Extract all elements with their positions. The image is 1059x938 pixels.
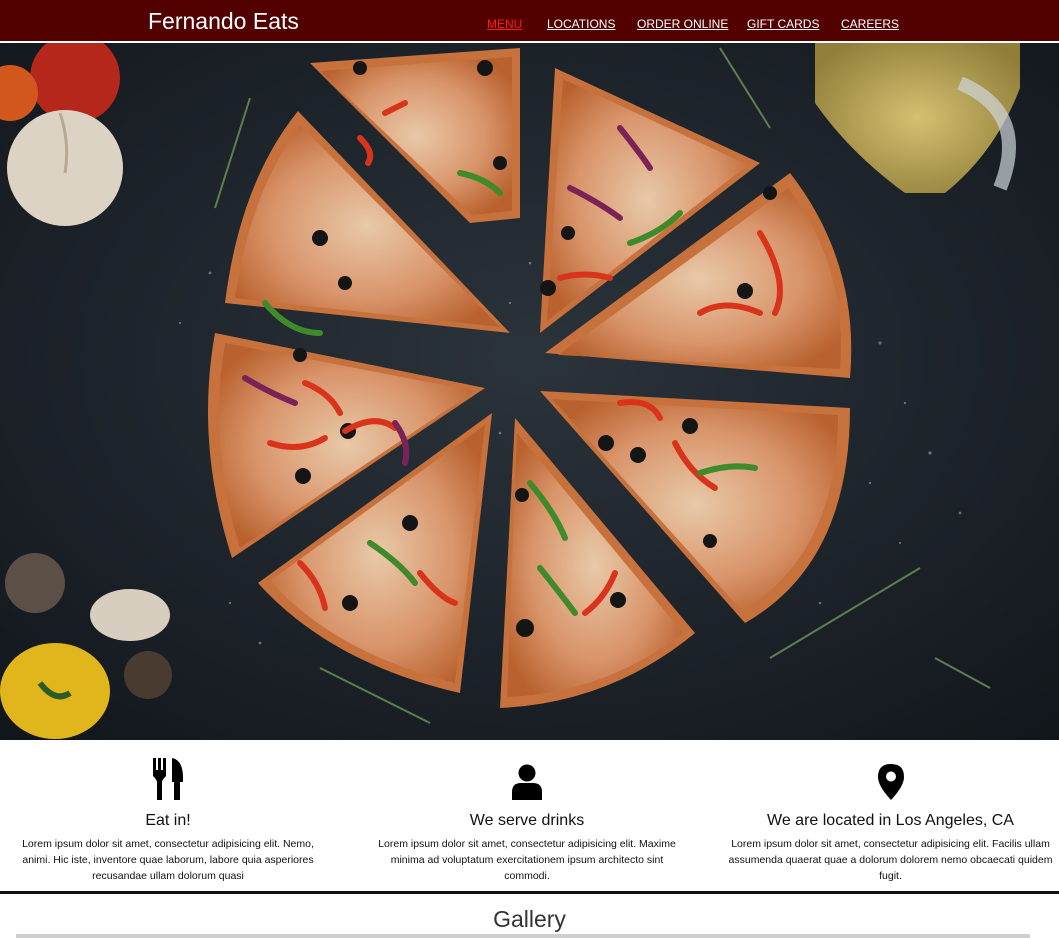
user-icon	[512, 764, 542, 800]
features-section: Eat in! Lorem ipsum dolor sit amet, cons…	[0, 740, 1059, 892]
nav-gift-cards[interactable]: GIFT CARDS	[747, 17, 819, 31]
feature-title: We serve drinks	[469, 812, 585, 829]
hero-image	[0, 43, 1059, 740]
feature-location: We are located in Los Angeles, CA Lorem …	[722, 740, 1059, 884]
map-marker-icon	[877, 764, 904, 800]
nav-locations[interactable]: LOCATIONS	[547, 17, 615, 31]
feature-eat-in: Eat in! Lorem ipsum dolor sit amet, cons…	[3, 740, 333, 884]
site-header: Fernando Eats MENU LOCATIONS ORDER ONLIN…	[0, 0, 1059, 43]
pizza-photo	[0, 43, 1059, 740]
feature-drinks: We serve drinks Lorem ipsum dolor sit am…	[362, 740, 692, 884]
nav-order-online[interactable]: ORDER ONLINE	[637, 17, 728, 31]
main-nav: MENU LOCATIONS ORDER ONLINE GIFT CARDS C…	[0, 17, 1059, 33]
nav-careers[interactable]: CAREERS	[841, 17, 899, 31]
gallery-scrollbar[interactable]	[16, 934, 1030, 938]
feature-text: Lorem ipsum dolor sit amet, consectetur …	[378, 838, 676, 882]
feature-text: Lorem ipsum dolor sit amet, consectetur …	[728, 838, 1053, 882]
section-divider	[0, 891, 1059, 894]
feature-text: Lorem ipsum dolor sit amet, consectetur …	[22, 838, 314, 882]
utensils-icon	[153, 758, 183, 800]
feature-title: We are located in Los Angeles, CA	[767, 812, 1014, 829]
nav-menu[interactable]: MENU	[487, 17, 522, 31]
feature-title: Eat in!	[145, 812, 191, 829]
gallery-heading: Gallery	[493, 906, 566, 932]
